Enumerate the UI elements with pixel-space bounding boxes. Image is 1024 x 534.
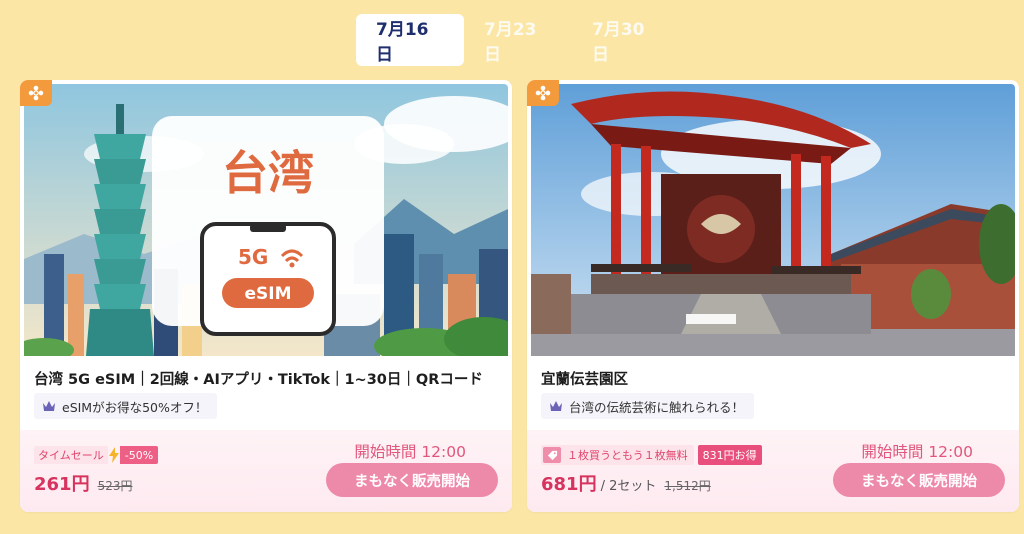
sale-tags: タイムセール -50%: [34, 445, 159, 465]
original-price: 523円: [97, 479, 133, 493]
start-time: 開始時間 12:00: [354, 443, 466, 461]
timesale-tag: タイムセール: [34, 446, 108, 464]
savings-tag: 831円お得: [697, 445, 762, 465]
current-price: 261円: [34, 474, 90, 495]
price-row: 261円 523円: [34, 470, 132, 496]
date-tabs: 7月16日 7月23日 7月30日: [356, 14, 680, 66]
coming-soon-button[interactable]: まもなく販売開始: [326, 463, 498, 497]
current-price: 681円: [541, 474, 597, 495]
discount-tag: -50%: [119, 446, 159, 464]
gift-tag-icon: [543, 447, 561, 463]
crown-icon: [43, 401, 55, 411]
flower-badge-icon: [527, 80, 559, 106]
svg-text:5G: 5G: [238, 245, 268, 269]
promo-text: eSIMがお得な50%オフ！: [62, 399, 208, 415]
coming-soon-button[interactable]: まもなく販売開始: [833, 463, 1005, 497]
product-card-yilan[interactable]: 宜蘭伝芸園区 台湾の伝統芸術に触れられる！ １枚買うともう１枚無料 831円お得…: [527, 80, 1019, 512]
crown-icon: [550, 401, 562, 411]
product-title[interactable]: 台湾 5G eSIM｜2回線・AIアプリ・TikTok｜1~30日｜QRコード: [34, 368, 502, 389]
tab-jul-16[interactable]: 7月16日: [356, 14, 464, 66]
flower-badge-icon: [20, 80, 52, 106]
price-row: 681円 / 2セット 1,512円: [541, 470, 711, 496]
svg-text:eSIM: eSIM: [244, 284, 291, 304]
promo-text: 台湾の伝統芸術に触れられる！: [569, 399, 745, 415]
bogo-tag: １枚買うともう１枚無料: [541, 445, 694, 465]
price-unit: / 2セット: [600, 479, 657, 494]
taiwan-esim-illustration: 台湾 5G eSIM: [24, 84, 508, 356]
temple-photo: [531, 84, 1015, 356]
promo-label: eSIMがお得な50%オフ！: [34, 393, 218, 419]
tab-jul-30[interactable]: 7月30日: [572, 14, 680, 66]
bogo-text: １枚買うともう１枚無料: [567, 449, 688, 462]
tab-jul-23[interactable]: 7月23日: [464, 14, 572, 66]
original-price: 1,512円: [664, 479, 711, 493]
lightning-icon: [108, 447, 119, 463]
promo-label: 台湾の伝統芸術に触れられる！: [541, 393, 755, 419]
sale-tags: １枚買うともう１枚無料 831円お得: [541, 445, 762, 465]
headline-text: 台湾: [222, 146, 314, 200]
product-card-taiwan-esim[interactable]: 台湾 5G eSIM 台湾 5G eSIM｜2回線・AIアプリ・TikTok｜1…: [20, 80, 512, 512]
product-title[interactable]: 宜蘭伝芸園区: [541, 368, 1009, 389]
start-time: 開始時間 12:00: [861, 443, 973, 461]
